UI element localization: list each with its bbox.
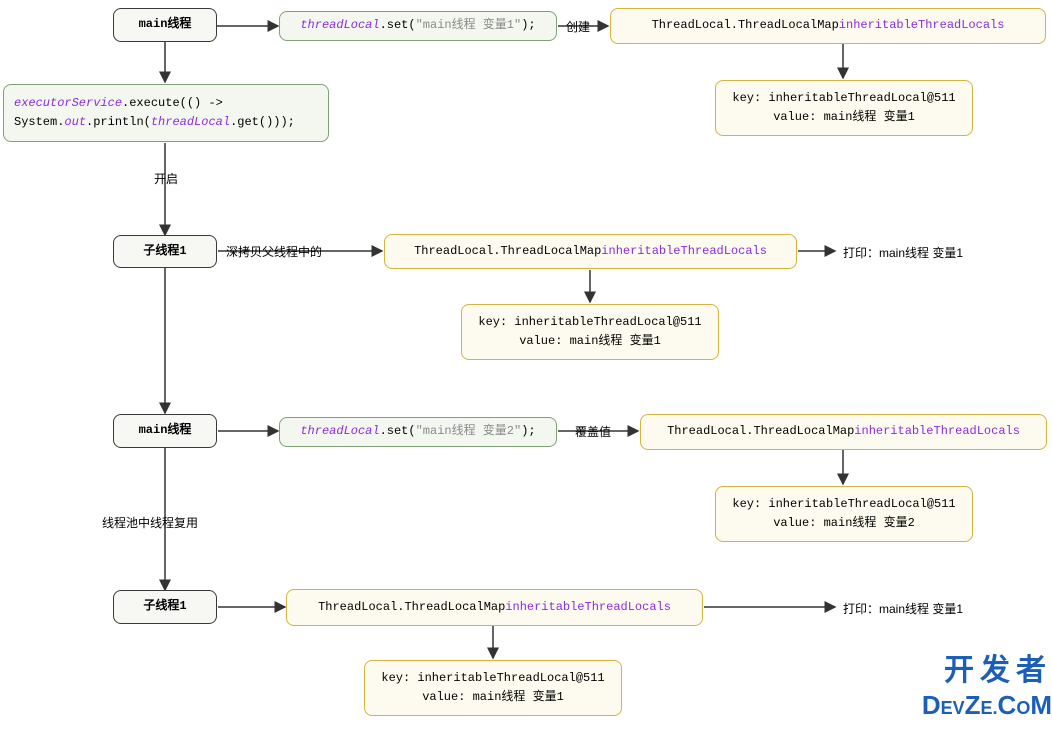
node-map-1: ThreadLocal.ThreadLocalMap inheritableTh… bbox=[610, 8, 1046, 44]
diagram-canvas: main线程 threadLocal.set("main线程 变量1"); 创建… bbox=[0, 0, 1052, 729]
node-kv-4: key: inheritableThreadLocal@511 value: m… bbox=[364, 660, 622, 716]
code-var: out bbox=[64, 115, 86, 129]
label-print-2: 打印：main线程 变量1 bbox=[843, 600, 963, 617]
wm-char: D bbox=[922, 690, 941, 720]
kv-key: key: inheritableThreadLocal@511 bbox=[732, 89, 955, 108]
node-set-call-2: threadLocal.set("main线程 变量2"); bbox=[279, 417, 557, 447]
code-str: "main线程 变量1" bbox=[416, 16, 522, 35]
text: main线程 bbox=[139, 421, 192, 440]
node-kv-3: key: inheritableThreadLocal@511 value: m… bbox=[715, 486, 973, 542]
watermark-line-1: 开发者 bbox=[944, 645, 1052, 689]
node-map-2: ThreadLocal.ThreadLocalMap inheritableTh… bbox=[384, 234, 797, 269]
code: .set( bbox=[380, 422, 416, 441]
kv-key: key: inheritableThreadLocal@511 bbox=[478, 313, 701, 332]
wm-char: C bbox=[998, 690, 1017, 720]
code-var: threadLocal bbox=[300, 422, 379, 441]
kv-key: key: inheritableThreadLocal@511 bbox=[381, 669, 604, 688]
code: ThreadLocal.ThreadLocalMap bbox=[318, 598, 505, 617]
wm-char: M bbox=[1030, 690, 1052, 720]
code: System. bbox=[14, 115, 64, 129]
code-var: executorService bbox=[14, 96, 122, 110]
kv-value: value: main线程 变量1 bbox=[773, 108, 915, 127]
kv-value: value: main线程 变量1 bbox=[519, 332, 661, 351]
text: 子线程1 bbox=[143, 242, 186, 261]
label-deepcopy: 深拷贝父线程中的 bbox=[226, 243, 322, 260]
node-map-4: ThreadLocal.ThreadLocalMap inheritableTh… bbox=[286, 589, 703, 626]
kv-value: value: main线程 变量1 bbox=[422, 688, 564, 707]
code: .get())); bbox=[230, 115, 295, 129]
node-kv-1: key: inheritableThreadLocal@511 value: m… bbox=[715, 80, 973, 136]
code-var: inheritableThreadLocals bbox=[505, 598, 671, 617]
code-var: threadLocal bbox=[151, 115, 230, 129]
kv-key: key: inheritableThreadLocal@511 bbox=[732, 495, 955, 514]
code-str: "main线程 变量2" bbox=[416, 422, 522, 441]
text: 子线程1 bbox=[143, 597, 186, 616]
label-reuse: 线程池中线程复用 bbox=[102, 514, 198, 531]
code: ); bbox=[521, 16, 535, 35]
code: ThreadLocal.ThreadLocalMap bbox=[652, 16, 839, 35]
code-var: inheritableThreadLocals bbox=[601, 242, 767, 261]
node-child-thread-1: 子线程1 bbox=[113, 235, 217, 268]
label-override: 覆盖值 bbox=[575, 423, 611, 440]
node-executor-call: executorService.execute(() -> System.out… bbox=[3, 84, 329, 142]
label-start: 开启 bbox=[154, 170, 178, 187]
code: ThreadLocal.ThreadLocalMap bbox=[414, 242, 601, 261]
code: .println( bbox=[86, 115, 151, 129]
code-var: threadLocal bbox=[300, 16, 379, 35]
wm-char: EV bbox=[941, 698, 965, 718]
node-child-thread-2: 子线程1 bbox=[113, 590, 217, 624]
label-print-1: 打印：main线程 变量1 bbox=[843, 244, 963, 261]
node-map-3: ThreadLocal.ThreadLocalMap inheritableTh… bbox=[640, 414, 1047, 450]
node-main-thread-2: main线程 bbox=[113, 414, 217, 448]
node-main-thread-1: main线程 bbox=[113, 8, 217, 42]
node-kv-2: key: inheritableThreadLocal@511 value: m… bbox=[461, 304, 719, 360]
watermark-line-2: DEVZE.COM bbox=[922, 690, 1052, 721]
wm-char: O bbox=[1016, 698, 1030, 718]
code-var: inheritableThreadLocals bbox=[839, 16, 1005, 35]
wm-char: Z bbox=[965, 690, 981, 720]
code: ThreadLocal.ThreadLocalMap bbox=[667, 422, 854, 441]
code: ); bbox=[521, 422, 535, 441]
code: .execute(() -> bbox=[122, 96, 223, 110]
code: .set( bbox=[380, 16, 416, 35]
kv-value: value: main线程 变量2 bbox=[773, 514, 915, 533]
code-var: inheritableThreadLocals bbox=[854, 422, 1020, 441]
text: main线程 bbox=[139, 15, 192, 34]
wm-char: E. bbox=[981, 698, 998, 718]
label-create: 创建 bbox=[566, 18, 590, 35]
node-set-call-1: threadLocal.set("main线程 变量1"); bbox=[279, 11, 557, 41]
